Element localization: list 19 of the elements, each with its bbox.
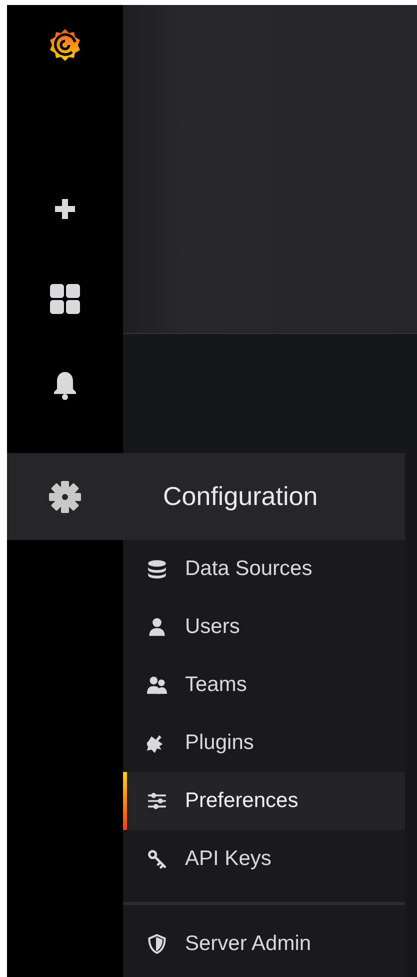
logo-icon[interactable] (48, 27, 82, 63)
menu-item[interactable]: Data Sources (123, 540, 405, 598)
menu-item[interactable]: API Keys (123, 830, 405, 888)
menu-item[interactable]: Teams (123, 656, 405, 714)
database-icon (147, 559, 167, 579)
settings-icon[interactable] (48, 480, 82, 514)
menu-item[interactable]: Users (123, 598, 405, 656)
menu-item[interactable]: Plugins (123, 714, 405, 772)
menu-item[interactable]: Preferences (123, 772, 405, 830)
users-icon (147, 675, 167, 695)
bell-icon[interactable] (53, 370, 77, 400)
menu-item[interactable]: Server Admin (123, 915, 405, 973)
key-icon (147, 849, 167, 869)
user-icon (147, 617, 167, 637)
menu-title: Configuration (162, 481, 319, 512)
shield-icon (147, 934, 167, 954)
grid-icon[interactable] (50, 284, 80, 314)
plus-icon[interactable] (53, 197, 77, 221)
sliders-icon (147, 791, 167, 811)
